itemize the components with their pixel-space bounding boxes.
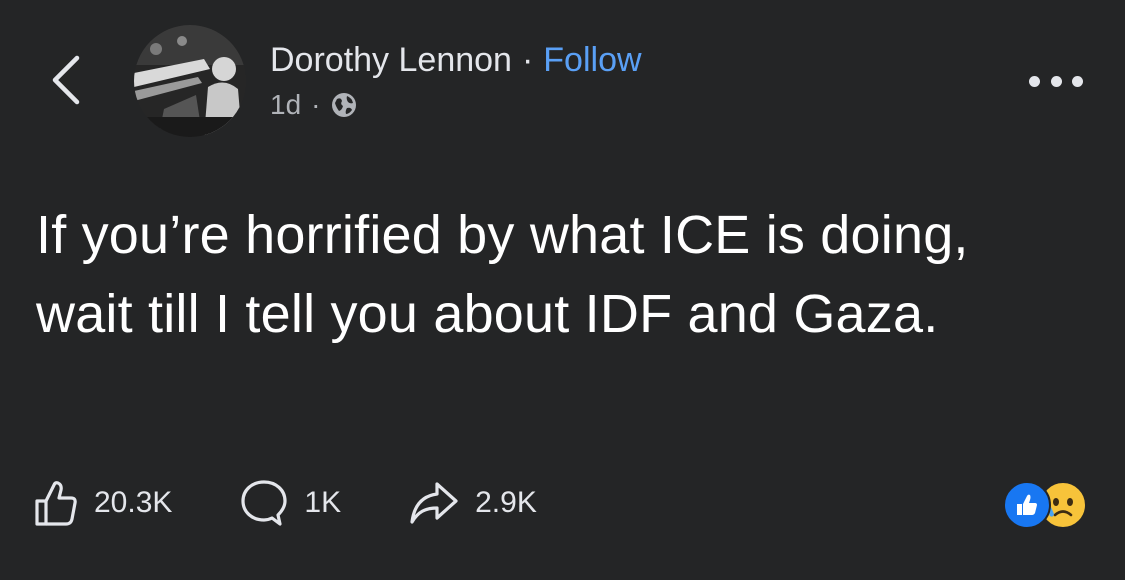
globe-icon [330, 91, 358, 119]
comment-icon [241, 480, 288, 526]
author-row: Dorothy Lennon · Follow [270, 38, 642, 82]
like-button[interactable]: 20.3K [34, 479, 172, 527]
chevron-left-icon [52, 55, 80, 105]
comment-button[interactable]: 1K [240, 478, 341, 528]
back-button[interactable] [46, 52, 86, 108]
more-dot-icon [1029, 75, 1040, 87]
like-reaction-icon [1003, 481, 1051, 529]
more-dot-icon [1072, 75, 1083, 87]
avatar-photo [134, 25, 246, 137]
action-bar: 20.3K 1K 2.9K [34, 476, 605, 530]
follow-button[interactable]: Follow [543, 41, 641, 79]
reactions-summary[interactable] [1003, 481, 1093, 529]
post-timestamp[interactable]: 1d [270, 87, 301, 123]
author-name[interactable]: Dorothy Lennon [270, 41, 512, 79]
more-options-button[interactable] [1029, 66, 1083, 96]
meta-separator: · [311, 89, 321, 120]
thumbs-up-icon [35, 481, 77, 526]
share-icon [410, 482, 458, 524]
like-count: 20.3K [94, 486, 173, 519]
author-avatar[interactable] [134, 25, 246, 137]
post-meta: 1d · [270, 87, 358, 123]
share-count: 2.9K [475, 486, 537, 519]
share-button[interactable]: 2.9K [409, 480, 537, 526]
comment-count: 1K [304, 486, 342, 519]
separator: · [521, 41, 534, 79]
post-text: If you’re horrified by what ICE is doing… [36, 205, 969, 344]
more-dot-icon [1050, 75, 1062, 87]
